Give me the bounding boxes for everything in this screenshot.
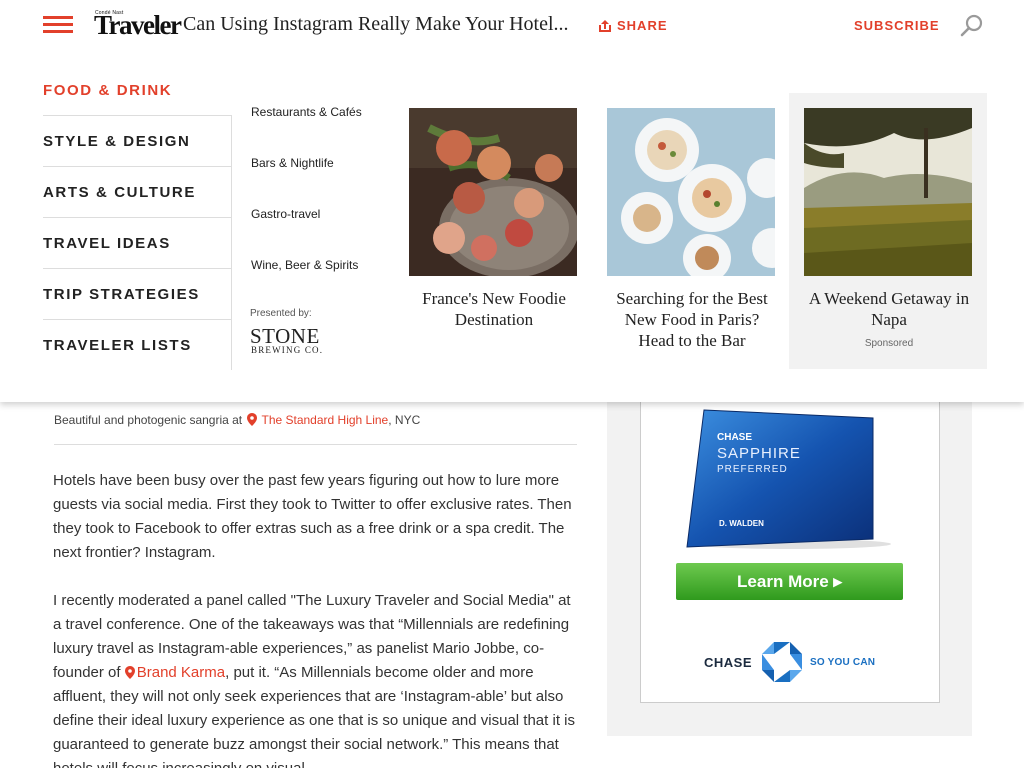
peaches-photo bbox=[409, 108, 579, 278]
subcategory-wine-beer-spirits[interactable]: Wine, Beer & Spirits bbox=[251, 253, 391, 304]
category-food-drink[interactable]: FOOD & DRINK bbox=[43, 78, 232, 116]
subcategory-restaurants-cafes[interactable]: Restaurants & Cafés bbox=[251, 100, 391, 151]
category-list: FOOD & DRINK STYLE & DESIGN ARTS & CULTU… bbox=[43, 78, 232, 371]
sponsor-sub: BREWING CO. bbox=[251, 345, 324, 355]
menu-divider bbox=[231, 116, 232, 370]
traveler-logo[interactable]: Condé Nast Traveler bbox=[94, 9, 182, 40]
location-pin-icon bbox=[247, 413, 258, 426]
article-title: Can Using Instagram Really Make Your Hot… bbox=[183, 13, 569, 35]
menu-hamburger-icon[interactable] bbox=[43, 16, 73, 34]
sponsor-logo[interactable]: STONE BREWING CO. bbox=[250, 324, 330, 356]
category-traveler-lists[interactable]: TRAVELER LISTS bbox=[43, 320, 232, 371]
caption-text: Beautiful and photogenic sangria at bbox=[54, 413, 243, 427]
sponsored-label: Sponsored bbox=[864, 338, 914, 349]
subcategory-gastro-travel[interactable]: Gastro-travel bbox=[251, 202, 391, 253]
caption-divider bbox=[54, 444, 577, 445]
top-header: Condé Nast Traveler Can Using Instagram … bbox=[0, 0, 1024, 50]
share-icon bbox=[599, 19, 611, 32]
plates-photo bbox=[607, 108, 792, 282]
share-button[interactable]: SHARE bbox=[599, 18, 668, 33]
location-pin-icon bbox=[124, 666, 135, 679]
brand-karma-link[interactable]: Brand Karma bbox=[137, 664, 225, 681]
category-trip-strategies[interactable]: TRIP STRATEGIES bbox=[43, 269, 232, 320]
article-paragraph-2: I recently moderated a panel called "The… bbox=[53, 589, 583, 768]
card-product-1: SAPPHIRE bbox=[717, 445, 801, 462]
chase-wordmark: CHASE bbox=[704, 655, 753, 670]
learn-more-button[interactable]: Learn More ▸ bbox=[676, 563, 903, 600]
menu-card-paris[interactable]: Searching for the Best New Food in Paris… bbox=[607, 108, 792, 351]
chase-tagline: SO YOU CAN bbox=[810, 657, 876, 668]
category-arts-culture[interactable]: ARTS & CULTURE bbox=[43, 167, 232, 218]
image-caption: Beautiful and photogenic sangria at The … bbox=[54, 411, 420, 427]
card-holder: D. WALDEN bbox=[719, 519, 764, 528]
subscribe-link[interactable]: SUBSCRIBE bbox=[854, 18, 940, 33]
paragraph-2-end: , put it. “As Millennials become older a… bbox=[53, 664, 575, 768]
share-label: SHARE bbox=[617, 18, 668, 33]
article-paragraph-1: Hotels have been busy over the past few … bbox=[53, 472, 572, 561]
card-brand: CHASE bbox=[717, 432, 752, 443]
card-caption: France's New Foodie Destination bbox=[422, 289, 566, 329]
category-travel-ideas[interactable]: TRAVEL IDEAS bbox=[43, 218, 232, 269]
menu-card-france[interactable]: France's New Foodie Destination bbox=[409, 108, 579, 330]
card-product-2: PREFERRED bbox=[717, 464, 788, 475]
subcategory-bars-nightlife[interactable]: Bars & Nightlife bbox=[251, 151, 391, 202]
mega-menu: FOOD & DRINK STYLE & DESIGN ARTS & CULTU… bbox=[0, 50, 1024, 402]
search-icon[interactable] bbox=[960, 13, 984, 37]
menu-card-napa[interactable]: A Weekend Getaway in Napa Sponsored bbox=[804, 108, 974, 349]
subcategory-list: Restaurants & Cafés Bars & Nightlife Gas… bbox=[251, 100, 391, 304]
caption-location-link[interactable]: The Standard High Line bbox=[261, 413, 388, 427]
caption-suffix: , NYC bbox=[388, 413, 421, 427]
chase-ad[interactable]: CHASE SAPPHIRE PREFERRED D. WALDEN Learn… bbox=[640, 402, 940, 703]
chase-logo: CHASE SO YOU CAN bbox=[704, 640, 879, 684]
presented-by-label: Presented by: bbox=[250, 308, 312, 319]
chase-octagon-icon bbox=[762, 642, 802, 682]
credit-card-image: CHASE SAPPHIRE PREFERRED D. WALDEN bbox=[686, 409, 891, 549]
vineyard-photo bbox=[804, 108, 972, 276]
logo-wordmark: Traveler bbox=[94, 10, 182, 40]
card-caption: A Weekend Getaway in Napa bbox=[808, 289, 970, 329]
card-caption: Searching for the Best New Food in Paris… bbox=[616, 289, 768, 350]
category-style-design[interactable]: STYLE & DESIGN bbox=[43, 116, 232, 167]
